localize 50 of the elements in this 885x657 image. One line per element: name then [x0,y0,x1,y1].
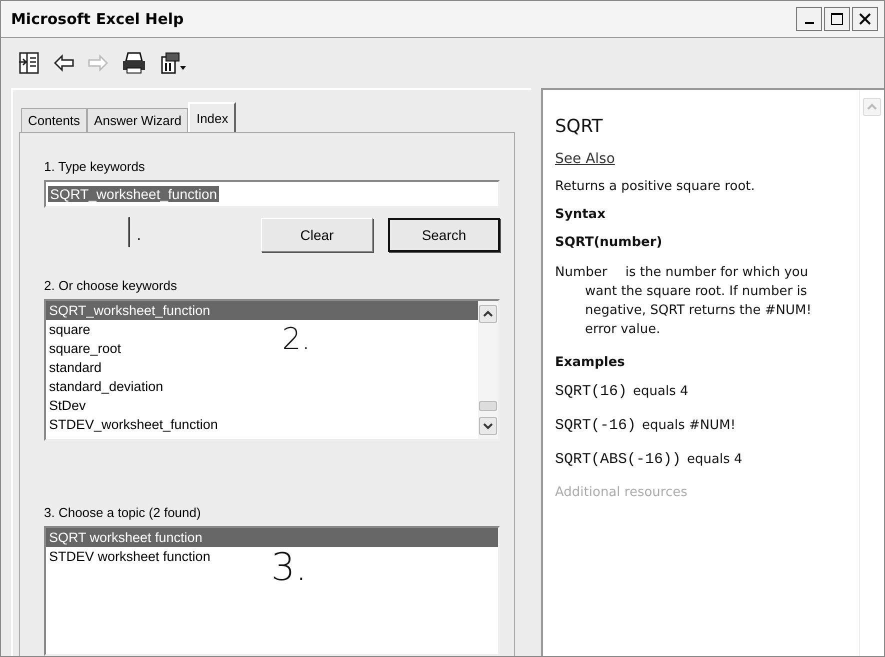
scroll-down-icon[interactable] [479,417,497,435]
tab[interactable]: Index [188,102,236,132]
example-code: SQRT(-16) [555,417,636,434]
minimize-button[interactable] [796,7,822,31]
show-panes-icon[interactable] [17,51,41,75]
dialog-button[interactable]: Clear [261,218,373,252]
close-icon [858,12,872,26]
list-item[interactable]: SQRT worksheet function [46,528,498,547]
section-heading: Examples [555,355,626,370]
scroll-up-icon[interactable] [479,305,497,323]
list-item[interactable]: square_root [46,339,122,358]
keyword-field[interactable]: SQRT_worksheet_function [44,180,500,208]
section-heading: Syntax [555,207,606,222]
summary-text: Returns a positive square root. [555,179,756,194]
example-result: equals 4 [687,452,742,467]
maximize-button[interactable] [824,7,850,31]
minimize-icon [804,22,814,24]
dialog-button[interactable]: Search [388,218,500,252]
list-item[interactable]: StDev [46,396,86,415]
list-item[interactable]: square [46,320,90,339]
step-label: 2. Or choose keywords [44,278,178,293]
topic-title: SQRT [555,116,604,137]
window-title: Microsoft Excel Help [11,10,184,28]
example-result: equals 4 [633,384,688,399]
handwritten-note: 2. [282,325,311,355]
maximize-icon [830,12,844,26]
scrollbar[interactable] [859,90,884,656]
step-label: 3. Choose a topic (2 found) [44,505,202,520]
example-result: equals #NUM! [642,418,736,433]
step-label: 1. Type keywords [44,159,146,174]
example-code: SQRT(16) [555,383,628,400]
handwritten-note: 3. [271,548,308,586]
list-item[interactable]: STDEV_worksheet_function [46,415,218,434]
syntax-text: SQRT(number) [555,235,664,250]
tab[interactable]: Contents [21,108,88,132]
close-button[interactable] [852,7,878,31]
argument-description: Number is the number for which you want the square root. If number is negative, SQRT returns the #NUM! error value. [555,264,812,339]
options-icon[interactable] [159,51,187,75]
scrollbar[interactable] [478,301,498,439]
printer-icon[interactable] [121,51,147,75]
example-code: SQRT(ABS(-16)) [555,451,682,468]
list-item[interactable]: STDEV worksheet function [46,547,210,566]
list-item[interactable]: SQRT_worksheet_function [46,301,478,320]
scroll-thumb[interactable] [479,401,497,411]
back-arrow-icon[interactable] [53,54,75,72]
handwritten-note: |. [124,216,144,246]
see-also-link[interactable]: See Also [555,151,615,167]
list-item[interactable]: standard_deviation [46,377,164,396]
tab[interactable]: Answer Wizard [87,108,188,132]
list-item[interactable]: standard [46,358,102,377]
